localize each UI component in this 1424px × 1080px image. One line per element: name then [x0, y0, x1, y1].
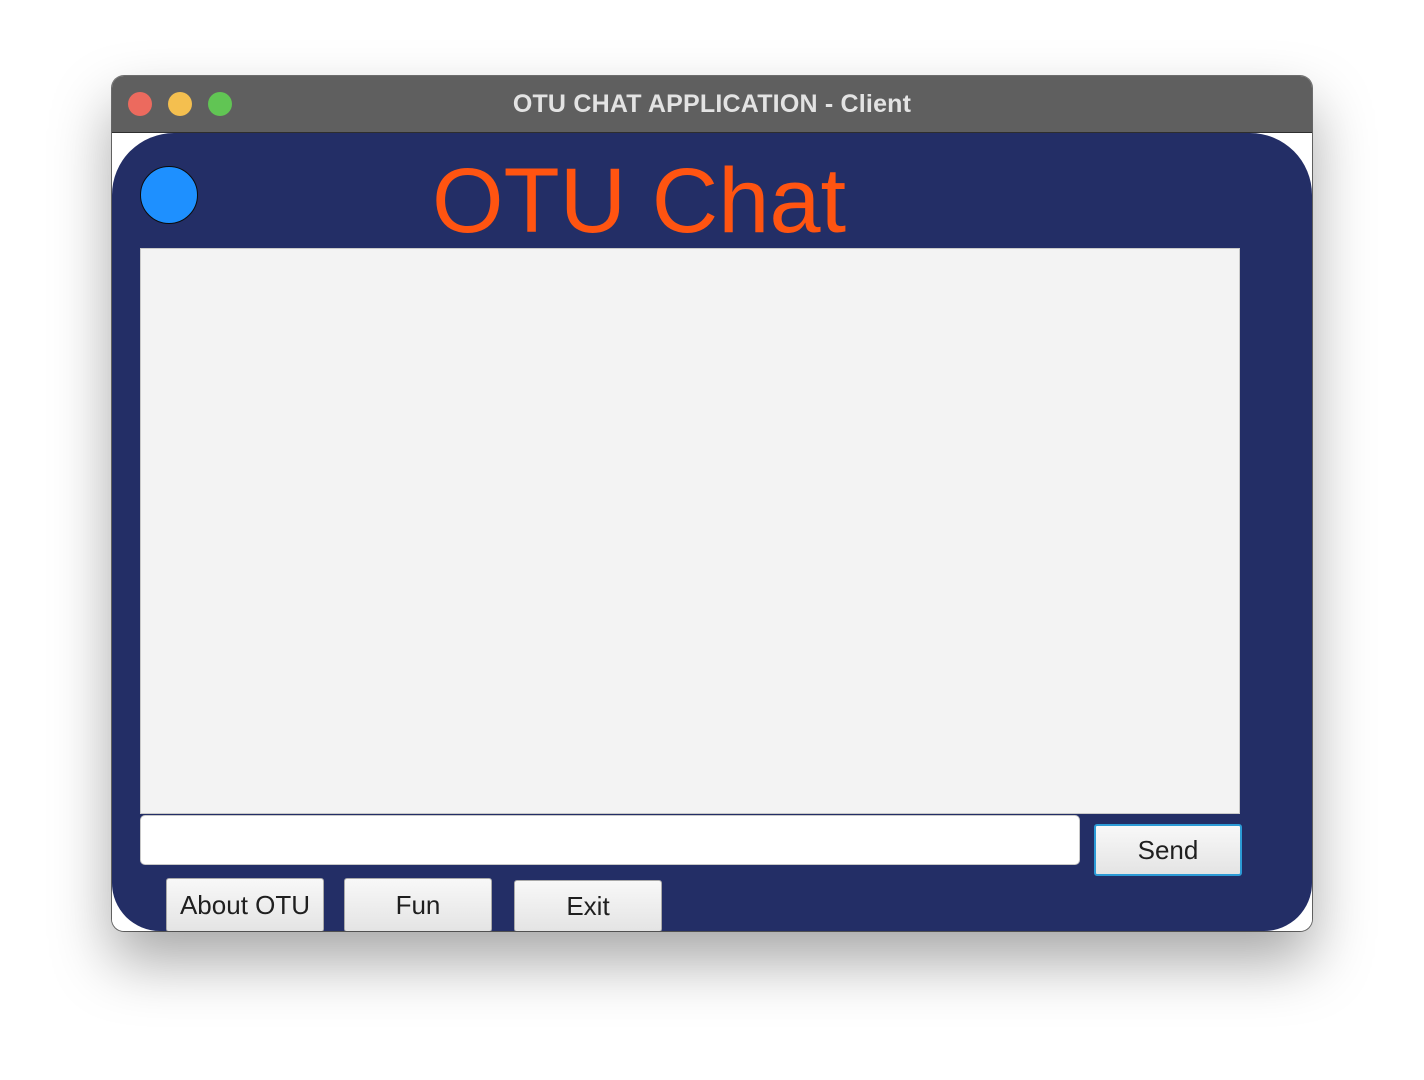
connection-status-indicator — [140, 166, 198, 224]
window-title: OTU CHAT APPLICATION - Client — [512, 90, 912, 118]
about-otu-button[interactable]: About OTU — [166, 878, 324, 931]
message-input[interactable] — [140, 815, 1080, 865]
app-heading: OTU Chat — [432, 150, 847, 252]
app-window: OTU CHAT APPLICATION - Client OTU Chat S… — [112, 76, 1312, 931]
exit-button[interactable]: Exit — [514, 880, 662, 931]
window-content: OTU Chat Send About OTU Fun Exit — [112, 133, 1312, 931]
chat-panel: OTU Chat Send About OTU Fun Exit — [112, 133, 1312, 931]
title-bar[interactable]: OTU CHAT APPLICATION - Client — [112, 76, 1312, 133]
chat-messages-area[interactable] — [140, 248, 1240, 814]
send-button[interactable]: Send — [1094, 824, 1242, 876]
fun-button[interactable]: Fun — [344, 878, 492, 931]
